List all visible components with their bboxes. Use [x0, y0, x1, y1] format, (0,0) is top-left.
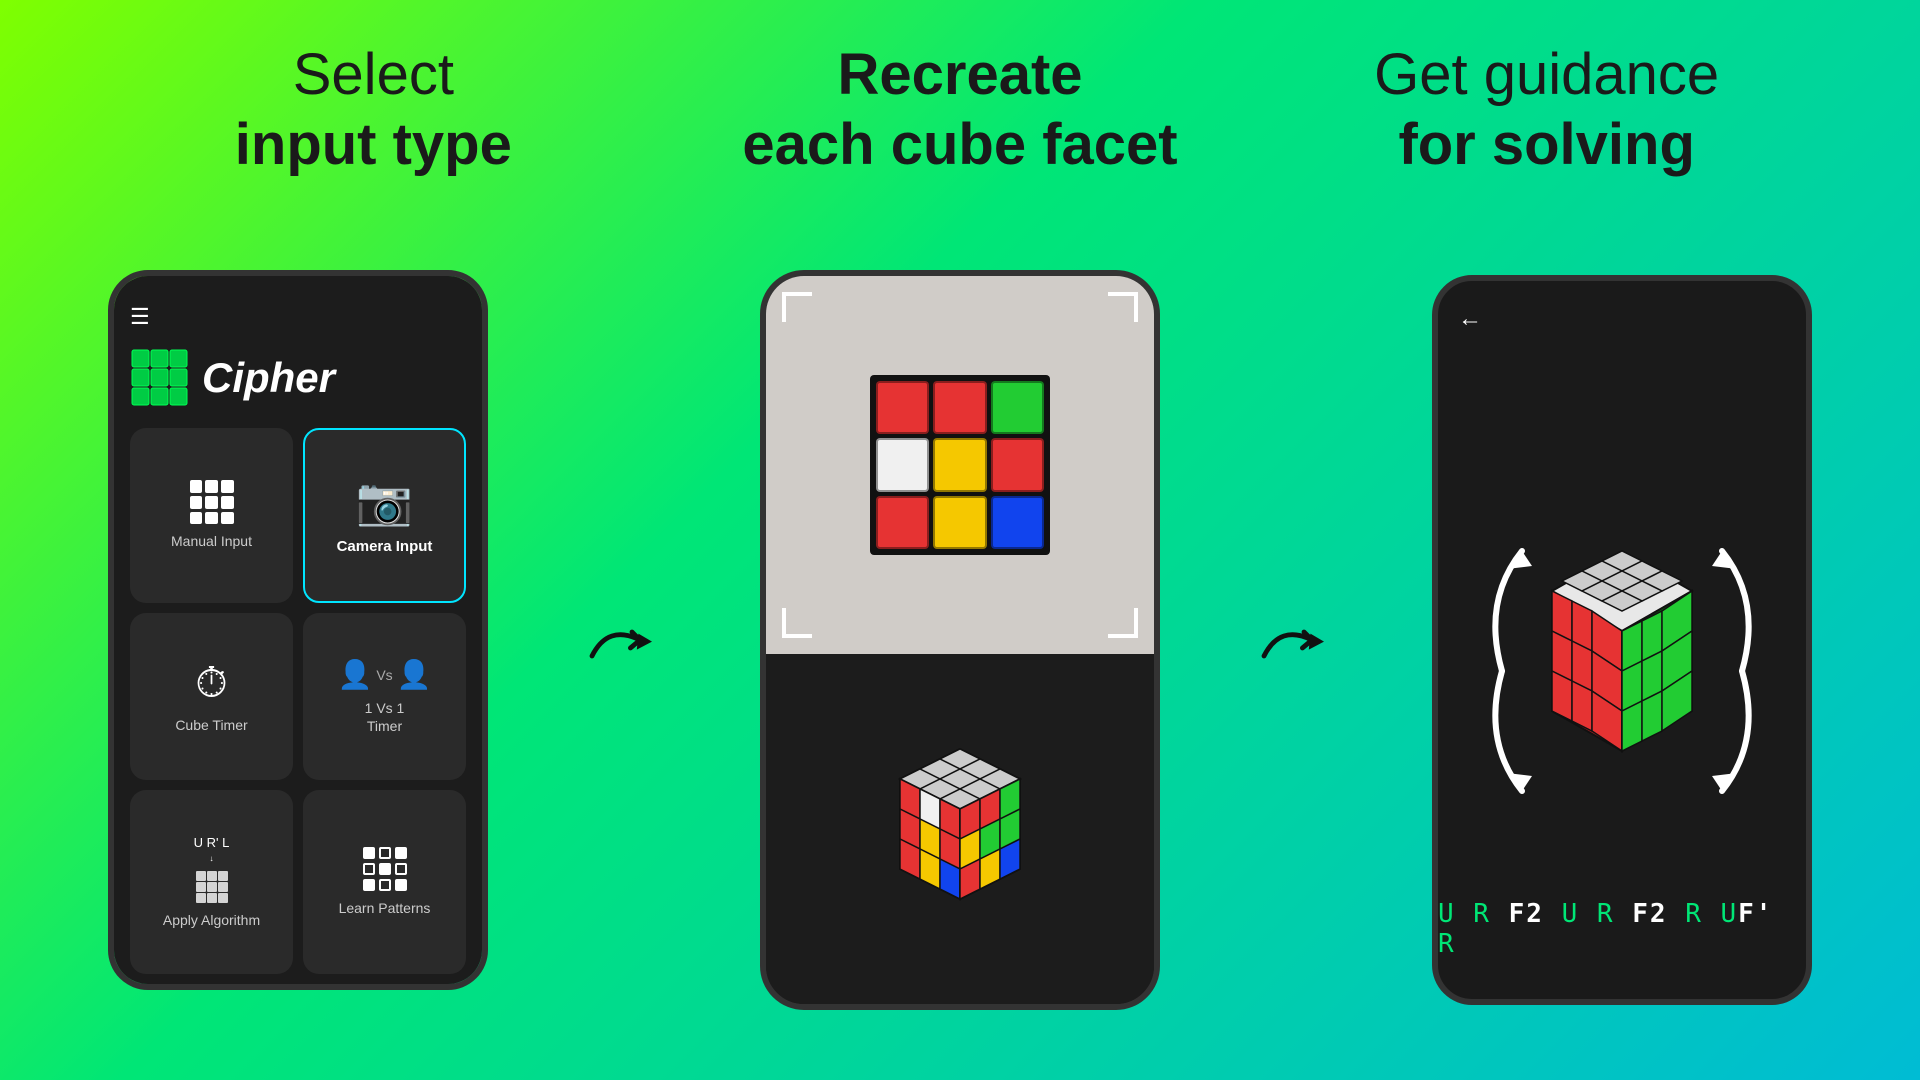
pattern-icon: [363, 847, 407, 891]
apply-algo-label: Apply Algorithm: [163, 911, 260, 929]
manual-input-label: Manual Input: [171, 532, 252, 550]
cube-3d-svg: [860, 729, 1060, 929]
header-col-2: Recreate each cube facet: [667, 40, 1254, 179]
main-row: ☰: [0, 199, 1920, 1080]
corner-tr-icon: [1108, 292, 1138, 322]
camera-icon: 📷: [356, 474, 413, 529]
camera-input-label: Camera Input: [337, 537, 433, 557]
rubik-photo-grid: [870, 375, 1050, 555]
app-logo-icon: [130, 348, 190, 408]
arrow-2-icon: [1256, 600, 1336, 680]
section-2: [760, 270, 1160, 1010]
vs-icon: 👤Vs👤: [337, 658, 431, 691]
phone-3: ←: [1432, 275, 1812, 1005]
header-title-1: Selectinput type: [80, 40, 667, 179]
solution-text: U R F2 U R F2 R UF' R: [1438, 899, 1806, 959]
header-title-2: Recreate each cube facet: [667, 40, 1254, 179]
apply-algo-btn[interactable]: U R' L ↓: [130, 790, 293, 974]
header-col-1: Selectinput type: [80, 40, 667, 179]
phone-1-header: ☰: [114, 296, 482, 338]
hamburger-icon: ☰: [130, 304, 466, 330]
header-title-3: Get guidancefor solving: [1253, 40, 1840, 179]
cube-model-screen: [766, 654, 1154, 1003]
grid-icon: [190, 480, 234, 524]
cube-timer-btn[interactable]: ⏱ Cube Timer: [130, 613, 293, 780]
corner-tl-icon: [782, 292, 812, 322]
phone-2: [760, 270, 1160, 1010]
back-arrow-icon[interactable]: ←: [1458, 305, 1482, 333]
vs-timer-btn[interactable]: 👤Vs👤 1 Vs 1Timer: [303, 613, 466, 780]
section-1: ☰: [108, 290, 488, 990]
camera-input-btn[interactable]: 📷 Camera Input: [303, 428, 466, 604]
vs-timer-label: 1 Vs 1Timer: [365, 699, 405, 735]
app-name-label: Cipher: [202, 354, 335, 402]
algo-cube-svg: [192, 867, 232, 903]
header-col-3: Get guidancefor solving: [1253, 40, 1840, 179]
arrow-1-container: [584, 600, 664, 680]
app-brand: Cipher: [114, 338, 482, 418]
camera-screen: [766, 276, 1154, 655]
learn-patterns-label: Learn Patterns: [339, 899, 431, 917]
cube-timer-label: Cube Timer: [175, 716, 247, 734]
phone-1-screen: ☰: [114, 276, 482, 984]
grid-buttons: Manual Input 📷 Camera Input ⏱ Cube Timer: [114, 418, 482, 984]
corner-bl-icon: [782, 608, 812, 638]
timer-icon: ⏱: [195, 659, 228, 708]
phone-1: ☰: [108, 270, 488, 990]
arrow-2-container: [1256, 600, 1336, 680]
manual-input-btn[interactable]: Manual Input: [130, 428, 293, 604]
corner-br-icon: [1108, 608, 1138, 638]
phone-3-header: ←: [1438, 281, 1806, 343]
solution-cube-svg: [1472, 501, 1772, 841]
learn-patterns-btn[interactable]: Learn Patterns: [303, 790, 466, 974]
header-row: Selectinput type Recreate each cube face…: [0, 0, 1920, 199]
section-3: ←: [1432, 275, 1812, 1005]
arrow-1-icon: [584, 600, 664, 680]
algo-icon: U R' L ↓: [192, 835, 232, 903]
